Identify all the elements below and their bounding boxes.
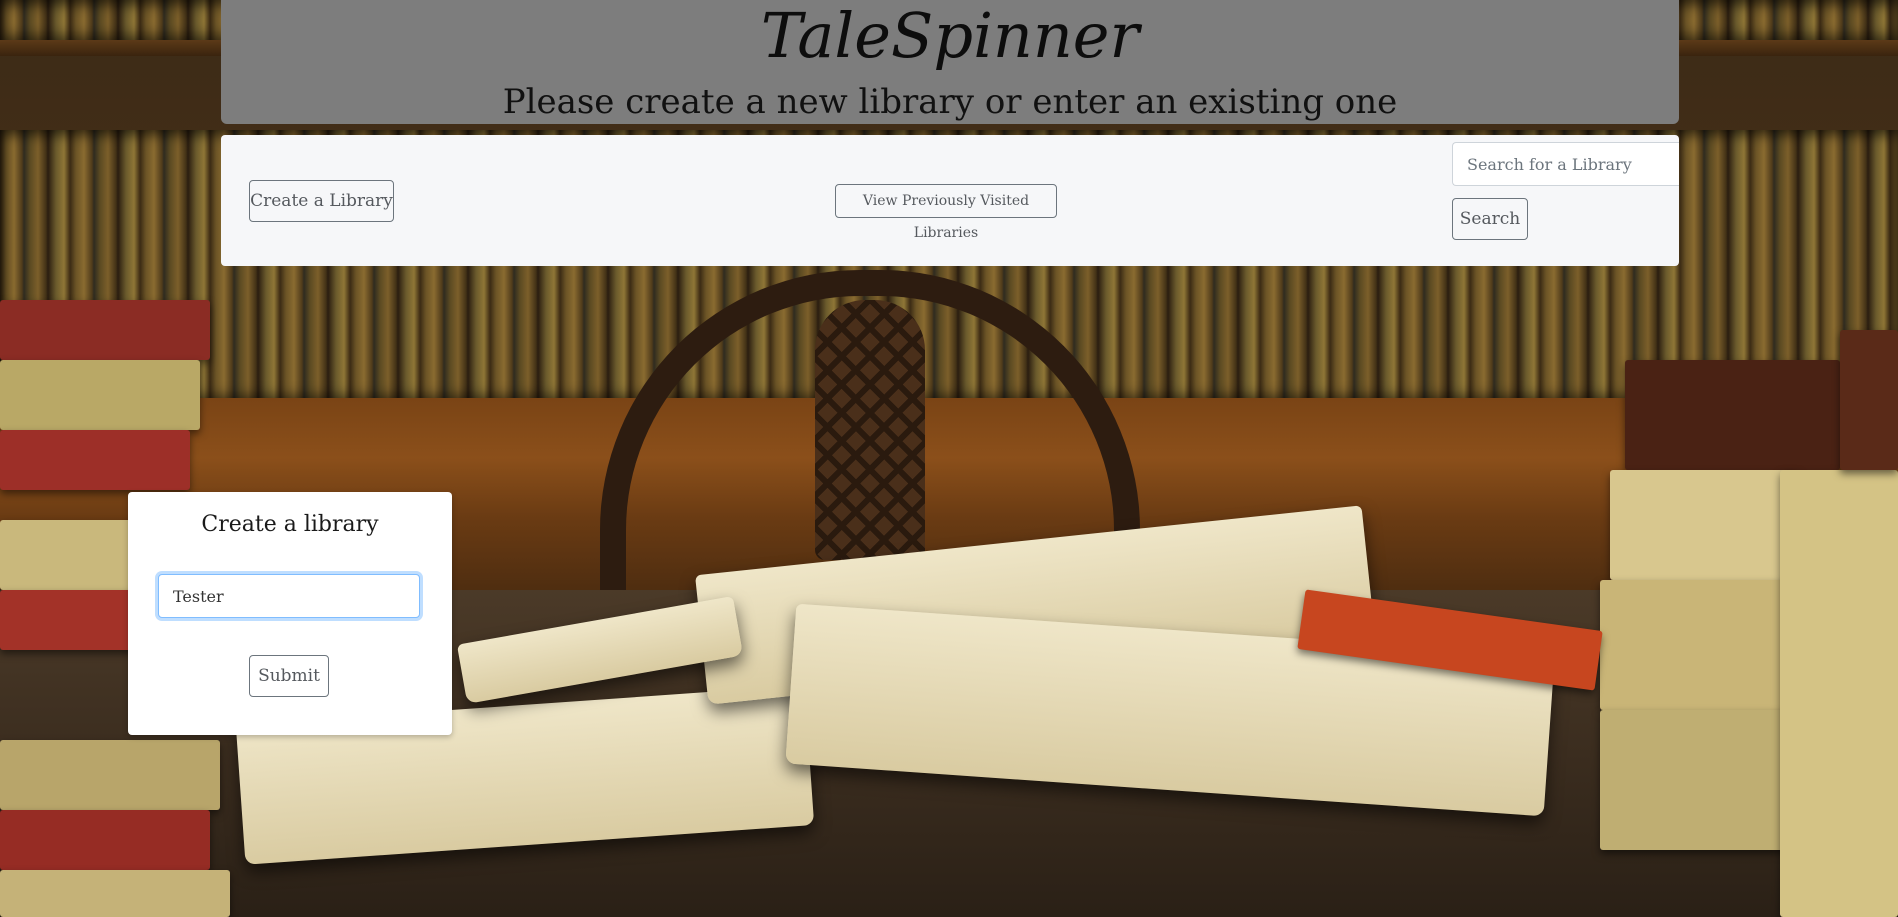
stacked-book: [0, 360, 200, 430]
stacked-book: [1600, 710, 1810, 850]
create-library-button[interactable]: Create a Library: [249, 180, 394, 222]
stacked-book: [0, 740, 220, 810]
stacked-book: [0, 300, 210, 360]
stacked-book: [1780, 470, 1898, 917]
card-title: Create a library: [201, 512, 379, 537]
chair-splat: [815, 300, 925, 560]
page-header: TaleSpinner Please create a new library …: [221, 0, 1679, 124]
submit-button[interactable]: Submit: [249, 655, 329, 697]
stacked-book: [1840, 330, 1898, 470]
app-title: TaleSpinner: [760, 0, 1140, 72]
stacked-book: [0, 430, 190, 490]
library-name-input[interactable]: [158, 574, 420, 618]
page-subtitle: Please create a new library or enter an …: [502, 82, 1398, 122]
search-button[interactable]: Search: [1452, 198, 1528, 240]
stacked-book: [0, 870, 230, 917]
stacked-book: [0, 810, 210, 870]
library-search-input[interactable]: [1452, 142, 1679, 186]
navbar: Create a Library View Previously Visited…: [221, 135, 1679, 266]
stacked-book: [1610, 470, 1800, 580]
view-previous-libraries-button[interactable]: View Previously Visited Libraries: [835, 184, 1057, 241]
stacked-book: [1600, 580, 1800, 710]
stacked-book: [1625, 360, 1840, 470]
stacked-book: [0, 590, 140, 650]
create-library-card: Create a library Submit: [128, 492, 452, 735]
